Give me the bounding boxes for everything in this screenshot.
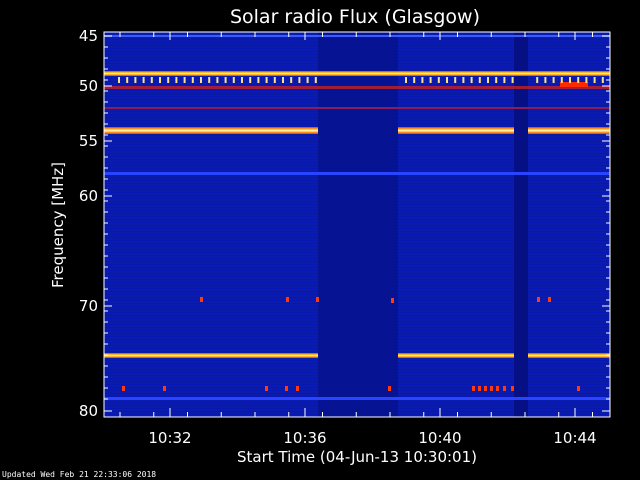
spike-mark [454,77,457,83]
band-54-b [398,127,514,134]
spike-mark [273,77,276,83]
spike-mark [544,77,547,83]
band-74-c [528,353,610,358]
band-74-b [398,353,514,358]
spike-mark [552,77,555,83]
hot-dot [478,386,481,391]
spike-mark [314,77,317,83]
spike-mark [208,77,211,83]
hot-dot [496,386,499,391]
y-tick-label: 70 [79,297,98,315]
hot-dot [286,297,289,302]
y-tick-label: 50 [79,77,98,95]
spectrogram-chart: Solar radio Flux (Glasgow) 455055607080 … [49,6,611,466]
hot-dot [484,386,487,391]
hot-dot [472,386,475,391]
hot-dot [200,297,203,302]
spike-mark [159,77,161,83]
hot-dot [577,386,580,391]
spike-mark [191,77,194,83]
spike-mark [569,77,571,83]
spike-mark [487,77,489,83]
band-50 [104,86,610,89]
chart-title: Solar radio Flux (Glasgow) [230,6,480,28]
spike-mark [495,77,498,83]
spike-mark [290,77,293,83]
x-tick-label: 10:36 [283,429,326,447]
hot-dot [163,386,166,391]
spike-mark [511,77,514,83]
band-52 [104,107,610,109]
spike-mark [118,77,120,83]
y-tick-label: 55 [79,132,98,150]
spike-mark [249,77,252,83]
x-tick-label: 10:32 [148,429,191,447]
spike-mark [446,77,448,83]
spike-mark [421,77,424,83]
spike-mark [462,77,465,83]
hot-dot [296,386,299,391]
spike-mark [134,77,137,83]
hot-dot [548,297,551,302]
spike-mark [306,77,309,83]
hot-dot [537,297,540,302]
spike-mark [405,77,407,83]
spike-mark [298,77,301,83]
spike-mark [216,77,219,83]
spike-mark [437,77,440,83]
spike-mark [503,77,506,83]
updated-footer: Updated Wed Feb 21 22:33:06 2018 [2,470,157,479]
hot-dot [391,298,394,303]
hot-dot [285,386,288,391]
spike-mark [232,77,235,83]
spike-mark [265,77,268,83]
spike-mark [241,77,243,83]
band-48 [104,71,610,76]
hot-dot [490,386,493,391]
hot-dot [265,386,268,391]
band-45 [104,35,610,37]
spike-mark [413,77,416,83]
spike-mark [183,77,186,83]
hot-dot [122,386,125,391]
plot-area [103,31,611,418]
y-axis-label: Frequency [MHz] [49,162,67,288]
x-axis-label: Start Time (04-Jun-13 10:30:01) [237,448,477,466]
spike-mark [126,77,129,83]
spike-mark [257,77,260,83]
data-gap-1 [318,32,398,417]
y-tick-label: 60 [79,187,98,205]
spike-mark [560,77,563,83]
spike-mark [429,77,432,83]
spike-mark [577,77,580,83]
spike-mark [478,77,481,83]
spike-mark [585,77,588,83]
hot-dot [316,297,319,302]
spike-mark [282,77,284,83]
spike-mark [150,77,153,83]
hot-spot-50 [560,82,588,87]
band-57 [104,172,610,175]
y-tick-label: 80 [79,402,98,420]
spike-mark [470,77,473,83]
band-54-c [528,127,610,134]
spike-mark [224,77,227,83]
spike-mark [200,77,202,83]
spike-mark [167,77,170,83]
spike-mark [175,77,178,83]
spike-mark [593,77,596,83]
spike-mark [142,77,145,83]
spike-mark [601,77,604,83]
band-79 [104,397,610,400]
y-tick-label: 45 [79,27,98,45]
band-74-a [104,353,318,358]
data-gap-2 [514,32,528,417]
hot-dot [511,386,514,391]
spike-mark [536,77,539,83]
hot-dot [503,386,506,391]
hot-dot [388,386,391,391]
x-tick-label: 10:44 [553,429,596,447]
band-54-a [104,127,318,134]
x-tick-label: 10:40 [418,429,461,447]
